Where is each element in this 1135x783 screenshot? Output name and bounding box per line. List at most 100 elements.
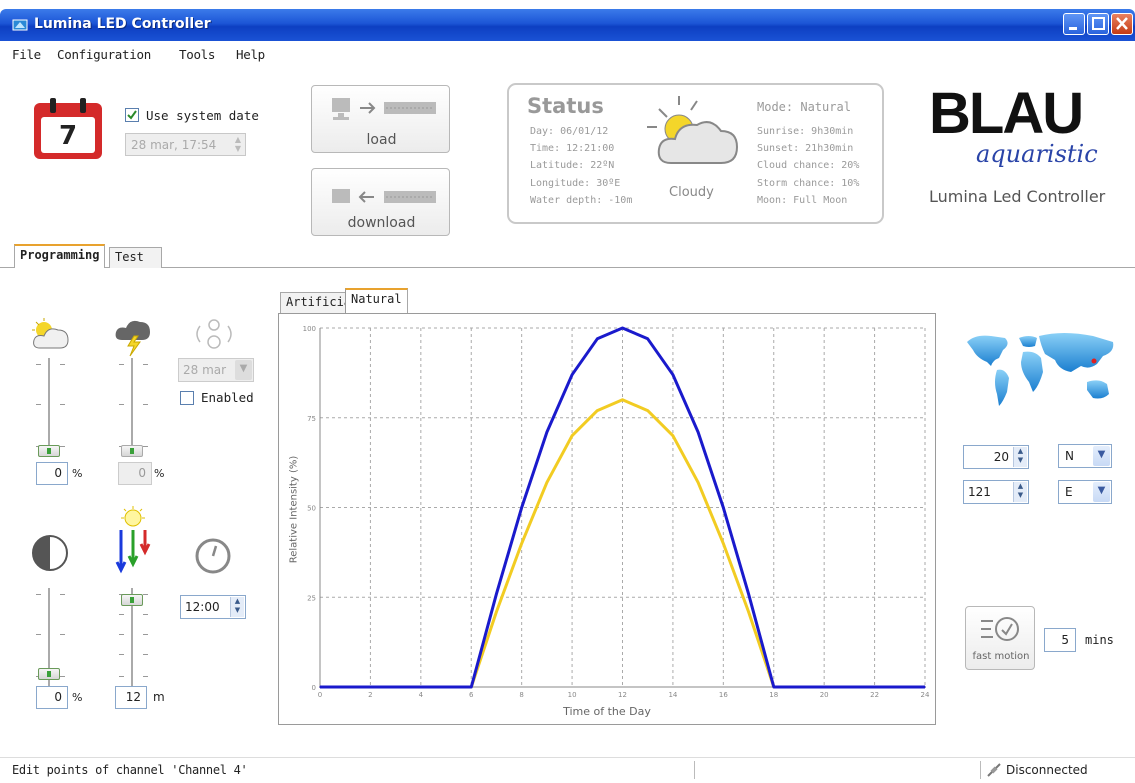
close-icon: [1116, 17, 1128, 30]
cloud-slider-thumb[interactable]: [38, 445, 60, 457]
spinner-arrows-icon[interactable]: ▲ ▼: [1013, 482, 1027, 502]
menu-file[interactable]: File: [12, 47, 41, 62]
status-water-depth: Water depth: -10m: [530, 195, 633, 206]
load-button[interactable]: load: [311, 85, 450, 153]
fast-motion-minutes-field[interactable]: 5: [1044, 628, 1076, 652]
data-point: [520, 506, 523, 509]
time-spinner[interactable]: 12:00 ▲ ▼: [180, 595, 246, 619]
moon-phase-icon: [32, 535, 68, 571]
maximize-button[interactable]: [1087, 13, 1109, 35]
depth-slider-thumb[interactable]: [121, 594, 143, 606]
data-point: [495, 610, 498, 613]
chart-ylabel: Relative Intensity (%): [288, 455, 300, 564]
spinner-arrows-icon[interactable]: ▲ ▼: [1013, 447, 1027, 467]
load-label: load: [366, 132, 397, 148]
storm-percent-field[interactable]: 0: [118, 462, 152, 485]
chart-panel[interactable]: 0 2 4 6 8 10 12 14 16 18 20 22 24 0 25 50 75 100 Time of …: [278, 313, 936, 725]
calendar-day: 7: [58, 121, 78, 151]
chevron-down-icon[interactable]: ▼: [1093, 482, 1110, 502]
data-point: [495, 592, 498, 595]
fast-motion-button[interactable]: fast motion: [965, 606, 1035, 670]
data-point: [697, 481, 699, 484]
use-system-date-label: Use system date: [146, 108, 259, 123]
enabled-label: Enabled: [201, 390, 254, 405]
close-button[interactable]: [1111, 13, 1133, 35]
latitude-direction-select[interactable]: N ▼: [1058, 444, 1112, 468]
connection-status: Disconnected: [1006, 763, 1088, 777]
moon-date-select[interactable]: 28 mar ▼: [178, 358, 254, 382]
moon-date-value: 28 mar: [183, 363, 227, 377]
x-tick-label: 16: [719, 691, 728, 699]
minimize-button[interactable]: [1063, 13, 1085, 35]
load-arrow-icon: [332, 98, 436, 120]
data-point: [596, 409, 599, 412]
clock-icon: [195, 538, 231, 574]
x-tick-label: 22: [870, 691, 879, 699]
moon-phase-field[interactable]: 0: [36, 686, 68, 709]
moon-phase-slider-thumb[interactable]: [38, 668, 60, 680]
longitude-direction-value: E: [1065, 485, 1073, 499]
storm-slider-thumb[interactable]: [121, 445, 143, 457]
data-point: [722, 542, 725, 545]
window-title: Lumina LED Controller: [34, 16, 211, 32]
status-panel: Status Day: 06/01/12 Time: 12:21:00 Lati…: [507, 83, 884, 224]
tab-programming[interactable]: Programming: [14, 244, 106, 268]
data-point: [697, 431, 699, 433]
data-point: [571, 434, 573, 437]
spinner-arrows-icon[interactable]: ▲ ▼: [230, 597, 244, 617]
date-spinner[interactable]: 28 mar, 17:54 ▲ ▼: [125, 133, 246, 156]
enabled-checkbox[interactable]: [180, 391, 194, 405]
y-tick-label: 25: [307, 594, 316, 602]
chart-ticks: 0 2 4 6 8 10 12 14 16 18 20 22 240255075100: [303, 325, 930, 699]
status-title: Status: [527, 94, 604, 118]
status-sunrise: Sunrise: 9h30min: [757, 126, 854, 137]
x-tick-label: 24: [921, 691, 930, 699]
chevron-down-icon[interactable]: ▼: [235, 360, 252, 380]
status-sunset: Sunset: 21h30min: [757, 143, 854, 154]
title-bar[interactable]: Lumina LED Controller: [0, 9, 1135, 41]
status-message: Edit points of channel 'Channel 4': [12, 763, 248, 777]
x-tick-label: 14: [668, 691, 677, 699]
download-arrow-icon: [332, 189, 436, 203]
menu-help[interactable]: Help: [236, 47, 265, 62]
intensity-chart[interactable]: 0 2 4 6 8 10 12 14 16 18 20 22 240255075100: [279, 314, 935, 724]
cloudy-weather-icon: [647, 96, 739, 164]
x-tick-label: 10: [568, 691, 577, 699]
chart-grid: [320, 327, 926, 687]
data-point: [596, 337, 599, 340]
time-value: 12:00: [185, 600, 220, 614]
date-value: 28 mar, 17:54: [131, 138, 217, 152]
minimize-icon: [1069, 27, 1077, 30]
use-system-date-checkbox[interactable]: [125, 108, 139, 122]
spinner-arrows-icon[interactable]: ▲ ▼: [235, 135, 241, 153]
status-bar: Edit points of channel 'Channel 4' Disco…: [0, 757, 1135, 783]
data-point: [722, 506, 725, 509]
storm-icon: [115, 320, 150, 357]
data-point: [621, 399, 624, 401]
tab-test[interactable]: Test: [109, 247, 162, 268]
water-depth-icon: [115, 506, 151, 574]
app-icon: [12, 19, 28, 31]
longitude-spinner[interactable]: 121 ▲ ▼: [963, 480, 1029, 504]
moon-disabled-icon: [196, 319, 232, 349]
data-point: [520, 542, 523, 545]
cloud-percent-field[interactable]: 0: [36, 462, 68, 485]
moon-phase-unit: %: [72, 691, 83, 704]
tab-natural[interactable]: Natural: [345, 288, 408, 313]
status-cloud-chance: Cloud chance: 20%: [757, 160, 860, 171]
chevron-down-icon[interactable]: ▼: [1093, 446, 1110, 466]
menu-tools[interactable]: Tools: [179, 47, 215, 62]
data-point: [470, 686, 473, 688]
status-weather: Cloudy: [669, 185, 714, 200]
tabs-divider: [0, 267, 1135, 268]
status-longitude: Longitude: 30ºE: [530, 178, 621, 189]
menu-configuration[interactable]: Configuration: [57, 47, 151, 62]
depth-field[interactable]: 12: [115, 686, 147, 709]
download-button[interactable]: download: [311, 168, 450, 236]
depth-unit: m: [153, 690, 165, 704]
longitude-value: 121: [968, 485, 991, 499]
x-tick-label: 6: [469, 691, 474, 699]
cloud-percent-unit: %: [72, 467, 83, 480]
latitude-spinner[interactable]: 20 ▲ ▼: [963, 445, 1029, 469]
longitude-direction-select[interactable]: E ▼: [1058, 480, 1112, 504]
